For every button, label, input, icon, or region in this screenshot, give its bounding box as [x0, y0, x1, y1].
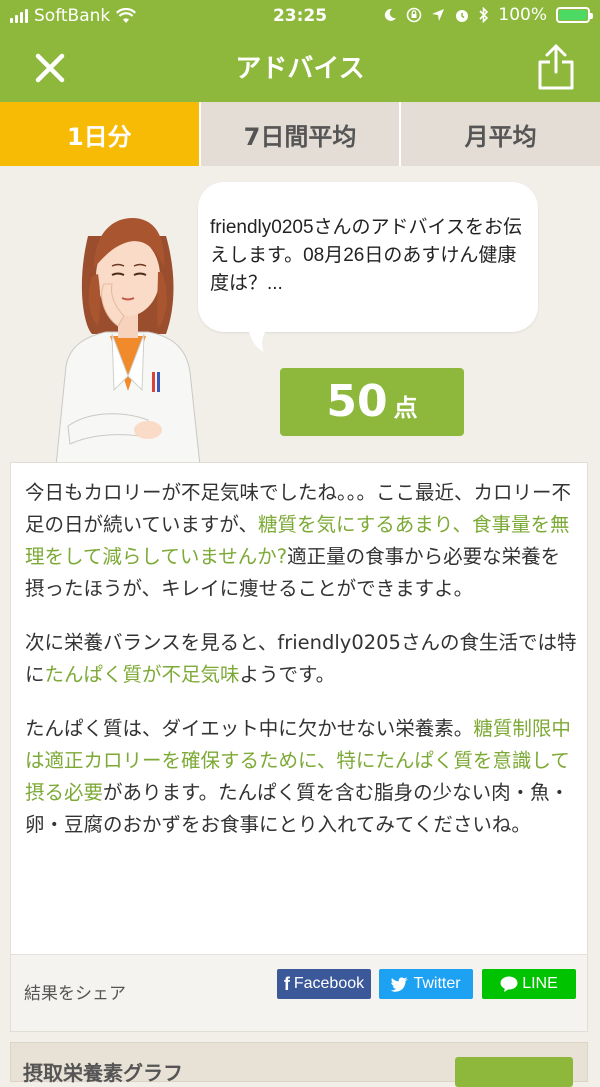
rotation-lock-icon: [407, 7, 422, 23]
health-score-value: 50: [326, 376, 388, 427]
advisor-avatar: [55, 218, 201, 466]
location-icon: [432, 9, 445, 21]
advice-highlight: たんぱく質が不足気味: [44, 663, 240, 686]
advice-paragraph-2: 次に栄養バランスを見ると、friendly0205さんの食生活では特にたんぱく質…: [25, 627, 577, 691]
tab-7day-average[interactable]: 7日間平均: [198, 102, 400, 166]
status-bar: SoftBank 23:25 100%: [0, 0, 600, 34]
twitter-share-button[interactable]: Twitter: [379, 969, 473, 999]
period-tabs: 1日分 7日間平均 月平均: [0, 102, 600, 166]
battery-percent: 100%: [498, 5, 547, 25]
facebook-share-button[interactable]: f Facebook: [277, 969, 371, 999]
facebook-icon: f: [283, 973, 290, 994]
advice-text-segment: たんぱく質は、ダイエット中に欠かせない栄養素。: [25, 717, 474, 740]
tab-monthly-average[interactable]: 月平均: [399, 102, 600, 166]
alarm-icon: [456, 10, 469, 22]
advice-paragraph-3: たんぱく質は、ダイエット中に欠かせない栄養素。糖質制限中は適正カロリーを確保する…: [25, 713, 577, 841]
moon-icon: [385, 8, 397, 21]
share-row: 結果をシェア f Facebook Twitter LINE: [11, 954, 587, 1031]
speech-bubble-tail: [248, 326, 270, 352]
nutrition-graph-button[interactable]: [455, 1057, 573, 1087]
share-icon[interactable]: [536, 42, 576, 92]
battery-icon: [556, 7, 593, 23]
share-label: 結果をシェア: [24, 984, 126, 1004]
facebook-label: Facebook: [293, 975, 365, 992]
advice-paragraph-1: 今日もカロリーが不足気味でしたね。。。ここ最近、カロリー不足の日が続いていますが…: [25, 477, 577, 605]
advice-card: 今日もカロリーが不足気味でしたね。。。ここ最近、カロリー不足の日が続いていますが…: [10, 462, 588, 1032]
page-title: アドバイス: [235, 54, 365, 84]
advice-text: 今日もカロリーが不足気味でしたね。。。ここ最近、カロリー不足の日が続いていますが…: [25, 477, 577, 863]
bluetooth-icon: [479, 7, 489, 23]
health-score-badge: 50 点: [280, 368, 464, 436]
twitter-label: Twitter: [413, 975, 461, 992]
twitter-bird-icon: [391, 976, 409, 992]
tab-daily[interactable]: 1日分: [0, 102, 199, 166]
advice-text-segment: ようです。: [239, 663, 336, 686]
line-bubble-icon: [500, 976, 518, 992]
line-label: LINE: [522, 975, 558, 992]
line-share-button[interactable]: LINE: [482, 969, 576, 999]
nutrition-graph-title: 摂取栄養素グラフ: [23, 1061, 183, 1085]
advice-intro: friendly0205さんのアドバイスをお伝えします。08月26日のあすけん健…: [210, 217, 522, 294]
health-score-unit: 点: [393, 394, 418, 422]
nutrition-graph-card[interactable]: 摂取栄養素グラフ: [10, 1042, 588, 1087]
advice-text-segment: があります。たんぱく質を含む脂身の少ない肉・魚・卵・豆腐のおかずをお食事にとり入…: [25, 781, 570, 836]
app-header: SoftBank 23:25 100% アドバイス: [0, 0, 600, 102]
